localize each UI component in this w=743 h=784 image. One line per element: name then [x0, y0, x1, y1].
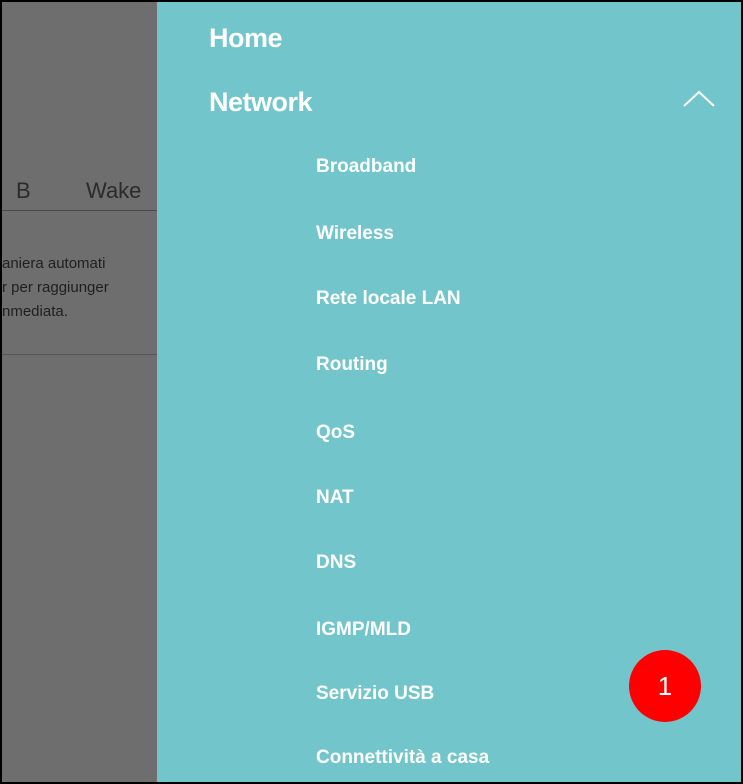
navigation-drawer: Home Network Broadband Wireless Rete loc… [157, 2, 741, 782]
background-tab-bar: B Wake [2, 166, 157, 211]
submenu-item-usb-service[interactable]: Servizio USB [316, 683, 434, 705]
submenu-item-igmp-mld[interactable]: IGMP/MLD [316, 619, 411, 641]
background-divider [2, 354, 157, 355]
background-text-line: nmediata. [2, 303, 68, 320]
submenu-item-qos[interactable]: QoS [316, 422, 355, 444]
step-number-badge: 1 [629, 650, 701, 722]
background-description: aniera automati r per raggiunger nmediat… [2, 252, 157, 324]
submenu-item-nat[interactable]: NAT [316, 487, 354, 509]
background-tab-wake[interactable]: Wake [86, 178, 141, 204]
background-tab-usb[interactable]: B [16, 178, 31, 204]
submenu-item-lan[interactable]: Rete locale LAN [316, 288, 461, 310]
background-text-line: r per raggiunger [2, 279, 109, 296]
submenu-item-routing[interactable]: Routing [316, 354, 388, 376]
submenu-item-home-connectivity[interactable]: Connettività a casa [316, 747, 489, 769]
background-page: B Wake aniera automati r per raggiunger … [2, 2, 157, 782]
background-text-line: aniera automati [2, 255, 106, 272]
submenu-item-wireless[interactable]: Wireless [316, 223, 394, 245]
menu-item-home[interactable]: Home [209, 23, 283, 54]
submenu-item-dns[interactable]: DNS [316, 552, 356, 574]
submenu-item-broadband[interactable]: Broadband [316, 156, 416, 178]
screenshot-frame: B Wake aniera automati r per raggiunger … [0, 0, 743, 784]
chevron-up-icon[interactable] [681, 82, 717, 112]
menu-item-network[interactable]: Network [209, 87, 313, 118]
